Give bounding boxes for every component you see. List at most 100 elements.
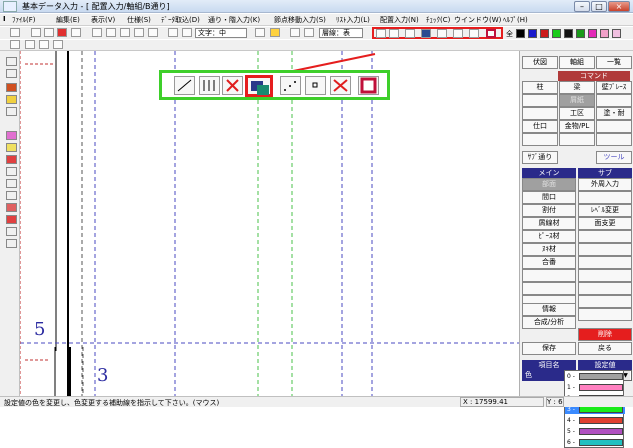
erase-line-icon[interactable] [405,29,415,38]
tool-2-icon[interactable] [6,69,17,78]
tool-1-icon[interactable] [6,57,17,66]
undo-icon[interactable] [31,28,41,37]
tool-12-icon[interactable] [6,203,17,212]
save-button[interactable]: 保存 [522,342,576,355]
cmd-empty-6[interactable] [559,133,595,146]
redo-icon[interactable] [44,28,54,37]
palette-pink-swatch[interactable] [600,29,609,38]
cmd-empty-2[interactable] [596,94,632,107]
palette-black-swatch[interactable] [516,29,525,38]
frame-icon[interactable] [486,29,496,38]
color-change-icon[interactable] [421,29,431,38]
cmd-empty-7[interactable] [596,133,632,146]
tool-4-icon[interactable] [6,95,17,104]
menu-node[interactable]: 節点移動入力(S) [274,15,326,25]
sub-item-10[interactable] [578,308,632,321]
zoom-in-icon[interactable] [134,28,144,37]
cmd-joint-button[interactable]: 仕口 [522,120,558,133]
palette-lightpink-swatch[interactable] [612,29,621,38]
dropdown-option-5[interactable]: 5 - [565,427,625,436]
sub-grid-button[interactable]: ｻﾌﾞ通り [522,151,558,164]
zoom-dot-line-icon[interactable] [280,76,301,95]
cmd-empty-1[interactable] [522,94,558,107]
sub-item-3[interactable]: 面支更 [578,217,632,230]
tab-plan[interactable]: 伏図 [522,56,558,69]
main-item-0[interactable]: 部面 [522,178,576,191]
main-item-6[interactable]: 合番 [522,256,576,269]
monitor-icon[interactable] [10,40,20,49]
main-item-8[interactable] [522,282,576,295]
zoom-delete-point-icon[interactable] [330,76,351,95]
main-item-4[interactable]: ﾋﾟｰｽ材 [522,230,576,243]
main-item-1[interactable]: 間口 [522,191,576,204]
dropdown-option-4[interactable]: 4 - [565,416,625,425]
tool-button[interactable]: ツール [596,151,632,164]
cmd-paint-button[interactable]: 塗・耐 [596,107,632,120]
main-item-5[interactable]: ﾇｷ材 [522,243,576,256]
main-item-analysis[interactable]: 合成/分析 [522,316,576,329]
line-icon[interactable] [376,29,386,38]
tool-15-icon[interactable] [6,239,17,248]
main-item-3[interactable]: 屑線材 [522,217,576,230]
sub-item-0[interactable]: 外周入力 [578,178,632,191]
arrow-icon[interactable] [255,28,265,37]
tab-list[interactable]: 一覧 [596,56,632,69]
sub-item-1[interactable] [578,191,632,204]
calc-icon[interactable] [290,28,300,37]
menu-list[interactable]: ﾘｽﾄ入力(L) [336,15,370,25]
tool-3-icon[interactable] [6,83,17,92]
multi-line-icon[interactable] [389,29,399,38]
zoom-line-icon[interactable] [174,76,195,95]
delete-point-icon[interactable] [469,29,479,38]
pointer-icon[interactable] [71,28,81,37]
tool-14-icon[interactable] [6,227,17,236]
zoom-color-change-icon[interactable] [245,75,273,97]
zoom-erase-line-icon[interactable] [222,76,243,95]
stop-icon[interactable] [57,28,67,37]
minimize-button[interactable]: – [574,1,590,12]
menu-view[interactable]: 表示(V) [91,15,115,25]
tool-5-icon[interactable] [6,107,17,116]
menu-icon[interactable]: I [3,15,6,23]
zoom-point-icon[interactable] [305,76,326,95]
cmd-hardware-button[interactable]: 金物/PL [559,120,595,133]
sub-item-2[interactable]: ﾚﾍﾞﾙ変更 [578,204,632,217]
dropdown-option-0[interactable]: 0 - [565,372,625,381]
cmd-empty-3[interactable] [522,107,558,120]
main-item-7[interactable] [522,269,576,282]
point-icon[interactable] [453,29,463,38]
cmd-waste-button[interactable]: 屑紙 [559,94,595,107]
sub-item-9[interactable] [578,295,632,308]
layer-select[interactable]: 層線：表 [319,28,363,38]
palette-magenta-swatch[interactable] [588,29,597,38]
sub-item-5[interactable] [578,243,632,256]
menu-place[interactable]: 配置入力(N) [380,15,419,25]
palette-dark-swatch[interactable] [564,29,573,38]
dropdown-option-6[interactable]: 6 - [565,438,625,447]
zoom-frame-icon[interactable] [358,76,379,95]
palette-blue-swatch[interactable] [528,29,537,38]
cmd-wall-brace-button[interactable]: 壁ﾌﾞﾚｰｽ [596,81,632,94]
menu-help[interactable]: ﾍﾙﾌﾟ(H) [503,15,528,25]
sub-item-4[interactable] [578,230,632,243]
sub-item-7[interactable] [578,269,632,282]
menu-file[interactable]: ﾌｧｲﾙ(F) [12,15,36,25]
dot-line-icon[interactable] [437,29,447,38]
cmd-empty-5[interactable] [522,133,558,146]
main-item-info[interactable]: 情報 [522,303,576,316]
cmd-section-button[interactable]: 工区 [559,107,595,120]
zoom-out-icon[interactable] [148,28,158,37]
window-icon[interactable] [120,28,130,37]
main-item-2[interactable]: 割付 [522,204,576,217]
tool-13-icon[interactable] [6,215,17,224]
tool-11-icon[interactable] [6,191,17,200]
tool-10-icon[interactable] [6,179,17,188]
zoom-multi-line-icon[interactable] [199,76,220,95]
menu-edit[interactable]: 編集(E) [56,15,80,25]
tab-elevation[interactable]: 軸組 [559,56,595,69]
print-icon[interactable] [106,28,116,37]
menu-import[interactable]: ﾃﾞｰﾀ取込(D) [161,15,200,25]
rotate-left-icon[interactable] [25,40,35,49]
grid-icon[interactable] [92,28,102,37]
tool-9-icon[interactable] [6,167,17,176]
